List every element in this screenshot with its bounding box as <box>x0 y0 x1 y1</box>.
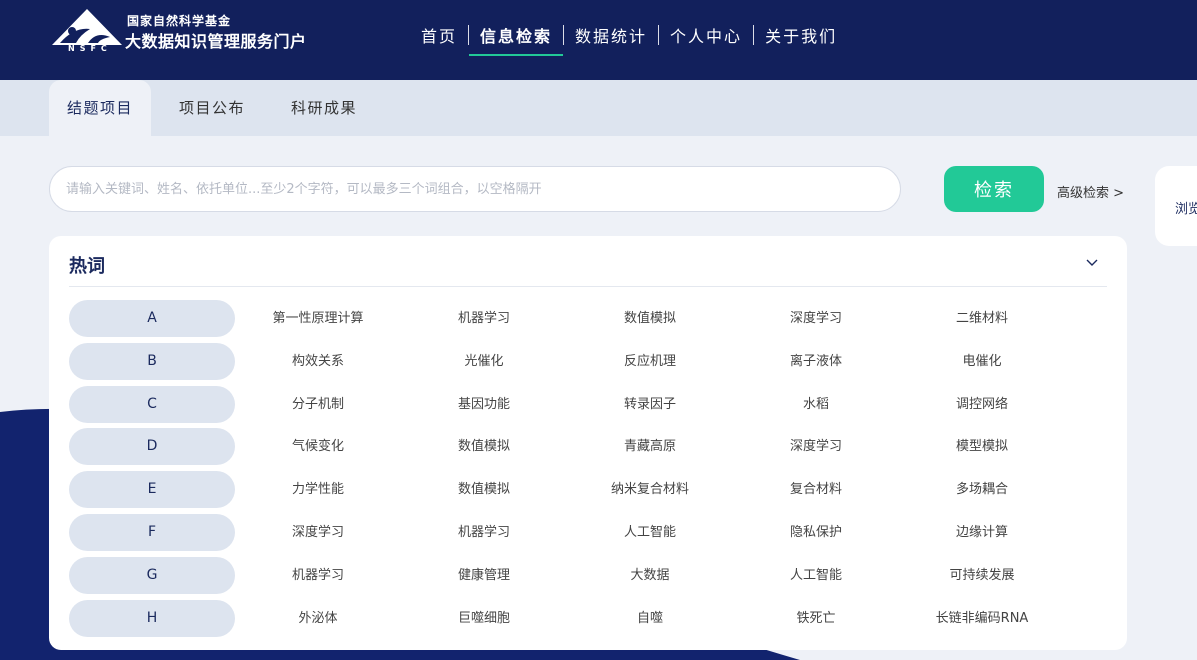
hot-word-link[interactable]: 人工智能 <box>746 557 886 594</box>
top-header: NSFC 国家自然科学基金 大数据知识管理服务门户 首页 信息检索 数据统计 个… <box>0 0 1197 80</box>
search-input[interactable] <box>50 167 900 211</box>
hot-word-link[interactable]: 深度学习 <box>746 300 886 337</box>
hot-word-link[interactable]: 可持续发展 <box>912 557 1052 594</box>
hot-word-link[interactable]: 离子液体 <box>746 343 886 380</box>
nav-item-statistics[interactable]: 数据统计 <box>564 23 658 47</box>
hot-words-row: H 外泌体 巨噬细胞 自噬 铁死亡 长链非编码RNA <box>69 599 1107 637</box>
hot-word-link[interactable]: 自噬 <box>580 600 720 637</box>
main-nav: 首页 信息检索 数据统计 个人中心 关于我们 <box>410 22 848 56</box>
hot-word-link[interactable]: 基因功能 <box>414 386 554 423</box>
hot-word-link[interactable]: 气候变化 <box>248 428 388 465</box>
letter-index-pill[interactable]: H <box>69 599 235 637</box>
nav-item-search[interactable]: 信息检索 <box>469 23 564 56</box>
brand-title-line1: 国家自然科学基金 <box>127 14 232 28</box>
hot-word-link[interactable]: 构效关系 <box>248 343 388 380</box>
hot-words-row: D 气候变化 数值模拟 青藏高原 深度学习 模型模拟 <box>69 428 1107 466</box>
hot-words-row: F 深度学习 机器学习 人工智能 隐私保护 边缘计算 <box>69 514 1107 551</box>
letter-index-pill[interactable]: G <box>69 556 235 594</box>
brand-title-line2: 大数据知识管理服务门户 <box>125 32 307 51</box>
nav-item-home[interactable]: 首页 <box>410 23 468 47</box>
hot-word-link[interactable]: 模型模拟 <box>912 428 1052 465</box>
hot-word-link[interactable]: 青藏高原 <box>580 428 720 465</box>
chevron-down-icon[interactable] <box>1084 254 1100 270</box>
letter-index-pill[interactable]: C <box>69 385 235 423</box>
hot-words-divider <box>69 286 1107 287</box>
hot-words-row: E 力学性能 数值模拟 纳米复合材料 复合材料 多场耦合 <box>69 471 1107 509</box>
letter-index-pill[interactable]: F <box>69 514 235 551</box>
hot-word-link[interactable]: 健康管理 <box>414 557 554 594</box>
hot-words-row: G 机器学习 健康管理 大数据 人工智能 可持续发展 <box>69 556 1107 594</box>
hot-word-link[interactable]: 复合材料 <box>746 471 886 508</box>
hot-word-link[interactable]: 深度学习 <box>248 514 388 551</box>
hot-words-row: B 构效关系 光催化 反应机理 离子液体 电催化 <box>69 342 1107 380</box>
category-tabbar: 结题项目 项目公布 科研成果 <box>0 80 1197 136</box>
hot-word-link[interactable]: 机器学习 <box>414 300 554 337</box>
hot-word-link[interactable]: 机器学习 <box>248 557 388 594</box>
nav-item-about[interactable]: 关于我们 <box>754 23 848 47</box>
hot-word-link[interactable]: 纳米复合材料 <box>580 471 720 508</box>
hot-word-link[interactable]: 分子机制 <box>248 386 388 423</box>
hot-word-link[interactable]: 机器学习 <box>414 514 554 551</box>
letter-index-pill[interactable]: B <box>69 342 235 380</box>
hot-words-row: A 第一性原理计算 机器学习 数值模拟 深度学习 二维材料 <box>69 300 1107 337</box>
hot-word-link[interactable]: 数值模拟 <box>414 471 554 508</box>
hot-word-link[interactable]: 光催化 <box>414 343 554 380</box>
advanced-search-link[interactable]: 高级检索 > <box>1057 182 1124 201</box>
hot-words-title: 热词 <box>69 256 105 277</box>
hot-word-link[interactable]: 深度学习 <box>746 428 886 465</box>
hot-word-link[interactable]: 数值模拟 <box>414 428 554 465</box>
browse-label: 浏览 <box>1175 202 1197 217</box>
hot-word-link[interactable]: 外泌体 <box>248 600 388 637</box>
hot-word-link[interactable]: 铁死亡 <box>746 600 886 637</box>
hot-word-link[interactable]: 人工智能 <box>580 514 720 551</box>
hot-word-link[interactable]: 转录因子 <box>580 386 720 423</box>
hot-word-link[interactable]: 水稻 <box>746 386 886 423</box>
hot-word-link[interactable]: 反应机理 <box>580 343 720 380</box>
hot-word-link[interactable]: 长链非编码RNA <box>912 600 1052 637</box>
letter-index-pill[interactable]: D <box>69 428 235 466</box>
tab-completed-projects[interactable]: 结题项目 <box>49 80 152 136</box>
search-box <box>49 166 901 212</box>
hot-word-link[interactable]: 电催化 <box>912 343 1052 380</box>
hot-word-link[interactable]: 二维材料 <box>912 300 1052 337</box>
browse-side-card[interactable]: 浏览 <box>1155 166 1197 246</box>
hot-word-link[interactable]: 多场耦合 <box>912 471 1052 508</box>
hot-word-link[interactable]: 边缘计算 <box>912 514 1052 551</box>
hot-word-link[interactable]: 数值模拟 <box>580 300 720 337</box>
tab-research-results[interactable]: 科研成果 <box>273 80 375 136</box>
hot-word-link[interactable]: 隐私保护 <box>746 514 886 551</box>
tab-project-announcements[interactable]: 项目公布 <box>161 80 263 136</box>
search-button[interactable]: 检索 <box>944 166 1044 212</box>
letter-index-pill[interactable]: E <box>69 471 235 509</box>
hot-word-link[interactable]: 力学性能 <box>248 471 388 508</box>
hot-word-link[interactable]: 巨噬细胞 <box>414 600 554 637</box>
letter-index-pill[interactable]: A <box>69 300 235 337</box>
hot-words-row: C 分子机制 基因功能 转录因子 水稻 调控网络 <box>69 385 1107 423</box>
hot-words-card: 热词 A 第一性原理计算 机器学习 数值模拟 深度学习 二维材料 B 构效关系 光催化 反应机理离… <box>49 236 1127 650</box>
hot-word-link[interactable]: 第一性原理计算 <box>248 300 388 337</box>
hot-word-link[interactable]: 大数据 <box>580 557 720 594</box>
hot-word-link[interactable]: 调控网络 <box>912 386 1052 423</box>
nav-item-personal-center[interactable]: 个人中心 <box>659 23 753 47</box>
logo-subtitle: NSFC <box>68 44 112 53</box>
